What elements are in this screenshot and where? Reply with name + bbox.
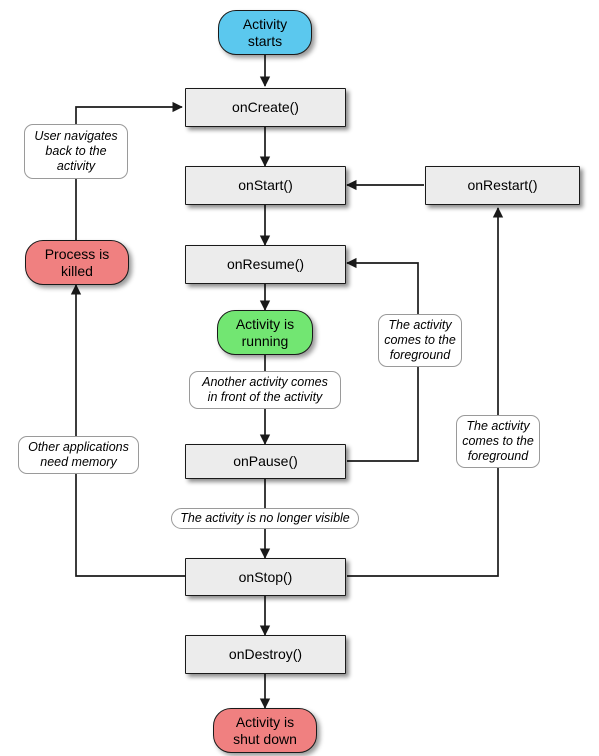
node-oncreate-label: onCreate(): [232, 99, 299, 116]
edge-label-foreground-from-stop: The activity comes to the foreground: [456, 415, 540, 468]
node-onstart-label: onStart(): [238, 177, 293, 194]
node-activity-running-label: Activity is running: [235, 315, 295, 349]
node-ondestroy-label: onDestroy(): [228, 646, 303, 663]
edge-label-no-longer-visible: The activity is no longer visible: [171, 508, 359, 529]
node-activity-starts-label: Activity starts: [242, 15, 288, 49]
node-onresume[interactable]: onResume(): [185, 245, 346, 284]
node-activity-shut-down-label: Activity is shut down: [233, 713, 297, 747]
node-onrestart-label: onRestart(): [467, 177, 538, 194]
node-activity-starts[interactable]: Activity starts: [218, 10, 312, 55]
node-activity-running[interactable]: Activity is running: [217, 310, 313, 355]
node-onrestart[interactable]: onRestart(): [425, 166, 580, 205]
node-onresume-label: onResume(): [226, 256, 305, 273]
node-activity-shut-down[interactable]: Activity is shut down: [213, 708, 317, 753]
edge-label-another-activity-in-front: Another activity comes in front of the a…: [189, 371, 341, 409]
node-onpause-label: onPause(): [233, 453, 298, 470]
edge-onstop-to-process-killed: [70, 284, 185, 577]
node-onstart[interactable]: onStart(): [185, 166, 346, 205]
node-onstop[interactable]: onStop(): [185, 558, 346, 596]
node-onpause[interactable]: onPause(): [185, 444, 346, 479]
node-process-killed-label: Process is killed: [44, 245, 110, 279]
edge-label-user-navigates-back: User navigates back to the activity: [24, 124, 128, 179]
node-ondestroy[interactable]: onDestroy(): [185, 635, 346, 674]
node-onstop-label: onStop(): [238, 568, 293, 585]
activity-lifecycle-diagram: Activity starts onCreate() onStart() onR…: [0, 0, 599, 756]
node-process-killed[interactable]: Process is killed: [25, 240, 129, 285]
edge-label-foreground-from-pause: The activity comes to the foreground: [378, 314, 462, 367]
edge-label-other-apps-need-memory: Other applications need memory: [18, 436, 139, 474]
node-oncreate[interactable]: onCreate(): [185, 88, 346, 127]
watermark-text: ....: [584, 749, 595, 756]
